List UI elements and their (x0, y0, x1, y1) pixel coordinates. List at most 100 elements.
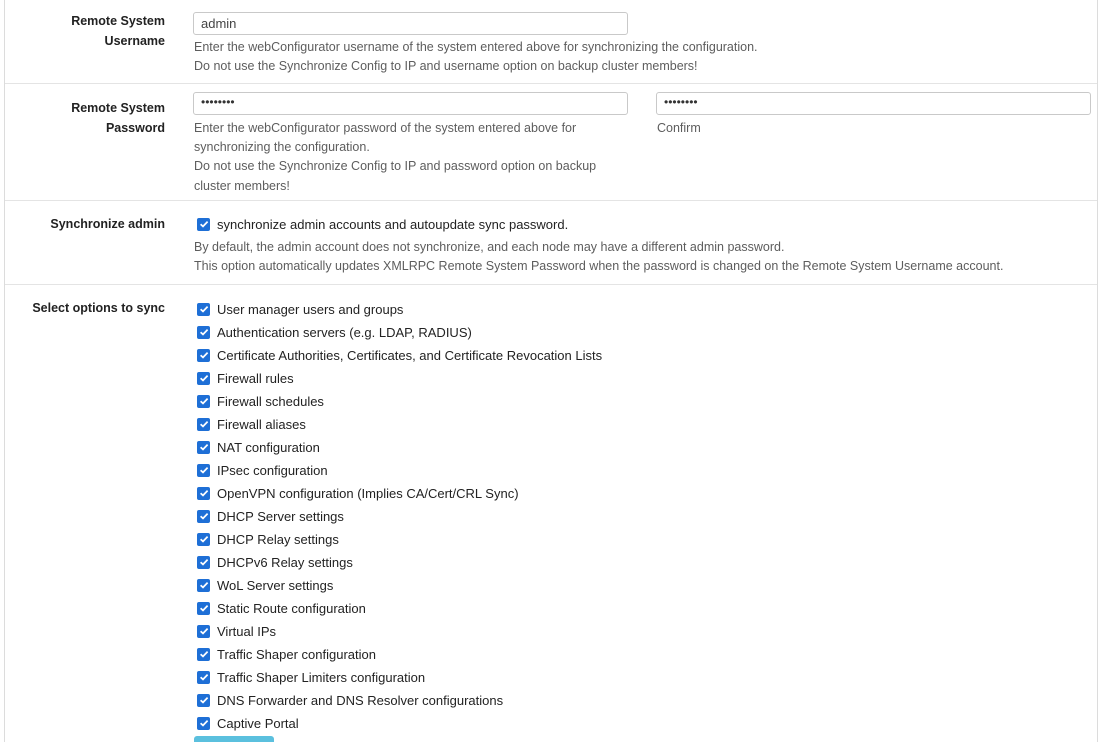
sync-option-label: DHCP Relay settings (217, 531, 339, 547)
password-confirm-input[interactable]: •••••••• (656, 92, 1091, 115)
sync-option-checkbox[interactable] (197, 670, 210, 684)
sync-admin-checkbox[interactable] (197, 217, 210, 231)
sync-admin-help-line2: This option automatically updates XMLRPC… (194, 259, 1004, 274)
sync-admin-row: Synchronize admin synchronize admin acco… (5, 200, 1097, 284)
sync-option-checkbox[interactable] (197, 716, 210, 730)
sync-option-checkbox[interactable] (197, 302, 210, 316)
password-help: Enter the webConfigurator password of th… (194, 119, 644, 196)
sync-option-item[interactable]: Firewall rules (197, 368, 294, 388)
sync-option-checkbox[interactable] (197, 647, 210, 661)
checkmark-icon (199, 513, 208, 520)
checkmark-icon (199, 221, 208, 228)
sync-option-item[interactable]: WoL Server settings (197, 575, 333, 595)
username-help: Enter the webConfigurator username of th… (194, 38, 1094, 76)
sync-option-label: Traffic Shaper configuration (217, 646, 376, 662)
checkmark-icon (199, 398, 208, 405)
sync-admin-label: Synchronize admin (50, 217, 165, 231)
sync-option-item[interactable]: NAT configuration (197, 437, 320, 457)
sync-option-item[interactable]: Firewall aliases (197, 414, 306, 434)
checkmark-icon (199, 628, 208, 635)
sync-option-label: WoL Server settings (217, 577, 334, 593)
password-input[interactable]: •••••••• (193, 92, 628, 115)
checkmark-icon (199, 697, 208, 704)
checkmark-icon (199, 421, 208, 428)
sync-option-label: Traffic Shaper Limiters configuration (217, 669, 426, 685)
sync-option-label: Captive Portal (217, 715, 299, 731)
checkmark-icon (199, 490, 208, 497)
password-label-line1: Remote System (71, 101, 165, 115)
sync-option-item[interactable]: Traffic Shaper Limiters configuration (197, 667, 425, 687)
sync-option-label: Firewall schedules (217, 393, 324, 409)
sync-option-label: Firewall aliases (217, 416, 306, 432)
password-help-line1: Enter the webConfigurator password of th… (194, 121, 577, 135)
checkmark-icon (199, 720, 208, 727)
sync-options-row: Select options to sync User manager user… (5, 284, 1097, 742)
username-help-line1: Enter the webConfigurator username of th… (194, 40, 758, 54)
sync-option-item[interactable]: DHCP Relay settings (197, 529, 339, 549)
checkmark-icon (199, 329, 208, 336)
sync-option-checkbox[interactable] (197, 463, 210, 477)
username-input[interactable] (193, 12, 628, 35)
sync-option-checkbox[interactable] (197, 601, 210, 615)
settings-panel: Remote System Username Enter the webConf… (4, 0, 1098, 742)
sync-option-checkbox[interactable] (197, 440, 210, 454)
sync-option-checkbox[interactable] (197, 578, 210, 592)
sync-option-item[interactable]: User manager users and groups (197, 299, 403, 319)
sync-option-label: Static Route configuration (217, 600, 366, 616)
sync-option-checkbox[interactable] (197, 348, 210, 362)
sync-admin-help: By default, the admin account does not s… (194, 238, 1094, 276)
username-label-line2: Username (104, 34, 165, 48)
sync-option-label: Virtual IPs (217, 623, 277, 639)
confirm-label: Confirm (657, 121, 701, 135)
sync-option-item[interactable]: DHCPv6 Relay settings (197, 552, 353, 572)
password-help-line4: cluster members! (194, 178, 290, 193)
sync-option-label: Certificate Authorities, Certificates, a… (217, 347, 603, 363)
password-row: Remote System Password •••••••• ••••••••… (5, 83, 1097, 200)
sync-option-checkbox[interactable] (197, 325, 210, 339)
sync-option-checkbox[interactable] (197, 624, 210, 638)
checkmark-icon (199, 674, 208, 681)
sync-option-checkbox[interactable] (197, 417, 210, 431)
checkmark-icon (199, 375, 208, 382)
sync-option-label: IPsec configuration (217, 462, 328, 478)
sync-option-item[interactable]: OpenVPN configuration (Implies CA/Cert/C… (197, 483, 519, 503)
sync-option-item[interactable]: Static Route configuration (197, 598, 366, 618)
sync-admin-checkbox-line[interactable]: synchronize admin accounts and autoupdat… (197, 214, 568, 234)
password-label: Remote System Password (5, 98, 165, 138)
sync-option-checkbox[interactable] (197, 693, 210, 707)
sync-option-checkbox[interactable] (197, 486, 210, 500)
checkmark-icon (199, 444, 208, 451)
sync-option-checkbox[interactable] (197, 555, 210, 569)
sync-option-checkbox[interactable] (197, 509, 210, 523)
sync-admin-checkbox-label: synchronize admin accounts and autoupdat… (217, 216, 569, 232)
sync-option-item[interactable]: Virtual IPs (197, 621, 276, 641)
sync-option-checkbox[interactable] (197, 394, 210, 408)
sync-option-checkbox[interactable] (197, 532, 210, 546)
sync-option-item[interactable]: Certificate Authorities, Certificates, a… (197, 345, 602, 365)
sync-option-item[interactable]: Captive Portal (197, 713, 299, 733)
sync-option-item[interactable]: Traffic Shaper configuration (197, 644, 376, 664)
username-label: Remote System Username (5, 11, 165, 51)
sync-option-item[interactable]: DHCP Server settings (197, 506, 344, 526)
checkmark-icon (199, 559, 208, 566)
sync-option-item[interactable]: Authentication servers (e.g. LDAP, RADIU… (197, 322, 472, 342)
save-button[interactable] (194, 736, 274, 742)
sync-option-label: Authentication servers (e.g. LDAP, RADIU… (217, 324, 472, 340)
password-label-line2: Password (105, 121, 165, 135)
username-help-line2: Do not use the Synchronize Config to IP … (194, 59, 698, 74)
password-help-line2: synchronizing the configuration. (194, 140, 370, 155)
username-label-line1: Remote System (71, 14, 165, 28)
sync-option-checkbox[interactable] (197, 371, 210, 385)
sync-option-label: OpenVPN configuration (Implies CA/Cert/C… (217, 485, 519, 501)
sync-option-item[interactable]: DNS Forwarder and DNS Resolver configura… (197, 690, 503, 710)
sync-option-item[interactable]: IPsec configuration (197, 460, 328, 480)
sync-option-label: NAT configuration (217, 439, 320, 455)
sync-option-label: DNS Forwarder and DNS Resolver configura… (217, 692, 504, 708)
sync-option-item[interactable]: Firewall schedules (197, 391, 324, 411)
checkmark-icon (199, 467, 208, 474)
checkmark-icon (199, 651, 208, 658)
checkmark-icon (199, 352, 208, 359)
sync-admin-help-line1: By default, the admin account does not s… (194, 240, 785, 254)
sync-options-label: Select options to sync (32, 301, 165, 315)
sync-option-label: DHCPv6 Relay settings (217, 554, 353, 570)
